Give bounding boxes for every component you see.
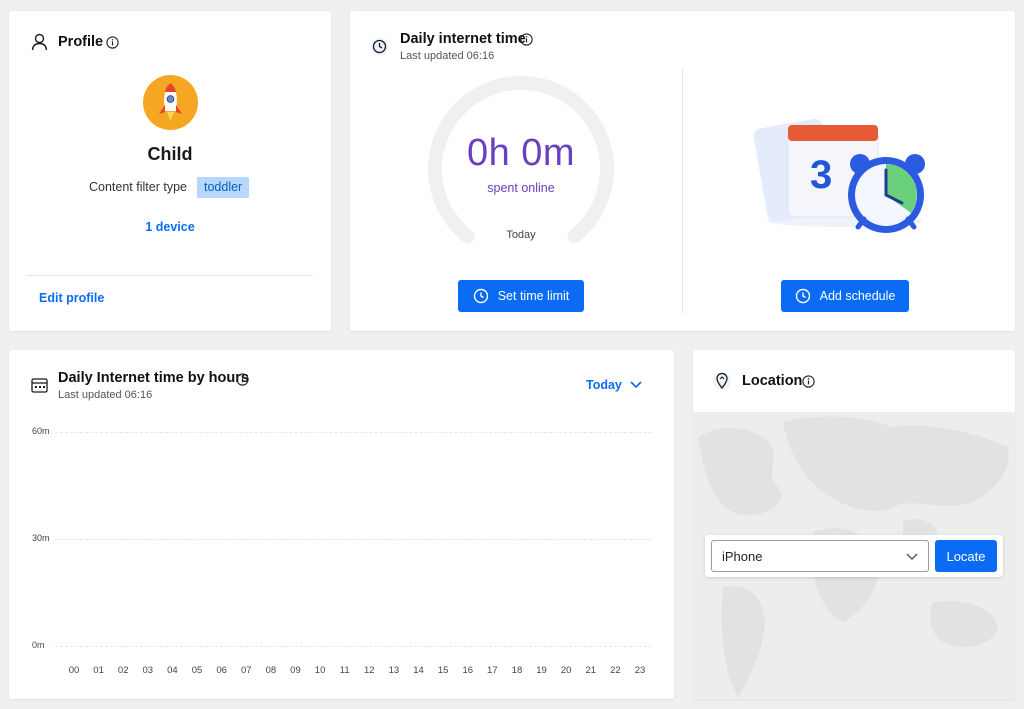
user-icon: [31, 33, 48, 51]
x-tick-label: 11: [339, 665, 350, 676]
x-tick-label: 20: [560, 665, 572, 676]
x-tick-label: 13: [388, 665, 400, 676]
x-tick-label: 16: [462, 665, 474, 676]
set-time-limit-button[interactable]: Set time limit: [458, 280, 584, 312]
daily-time-updated: Last updated 06:16: [400, 50, 495, 62]
period-label: Today: [506, 229, 536, 241]
content-filter-label: Content filter type: [89, 180, 187, 194]
x-tick-label: 21: [585, 665, 597, 676]
calendar-clock-illustration: 3: [753, 118, 925, 233]
x-tick-label: 04: [167, 665, 178, 676]
rocket-icon: [159, 83, 182, 121]
x-tick-label: 00: [68, 665, 80, 676]
info-icon[interactable]: [236, 373, 249, 386]
profile-title: Profile: [58, 34, 104, 50]
device-select[interactable]: iPhone: [711, 540, 929, 572]
add-schedule-button[interactable]: Add schedule: [781, 280, 909, 312]
edit-profile-link[interactable]: Edit profile: [39, 291, 104, 305]
info-icon[interactable]: [520, 33, 533, 46]
hours-chart-title: Daily Internet time by hours: [58, 370, 249, 386]
x-tick-label: 08: [265, 665, 277, 676]
locate-button[interactable]: Locate: [935, 540, 997, 572]
content-filter-badge: toddler: [197, 177, 250, 198]
x-tick-label: 06: [216, 665, 227, 676]
locate-button-label: Locate: [946, 548, 986, 564]
x-tick-label: 17: [487, 665, 498, 676]
x-tick-label: 23: [634, 665, 646, 676]
y-tick-label: 60m: [32, 426, 50, 436]
daily-time-card: Daily internet time Last updated 06:16 0…: [350, 11, 1015, 331]
add-schedule-label: Add schedule: [819, 289, 896, 303]
clock-icon: [473, 288, 488, 304]
chevron-down-icon: [906, 553, 918, 560]
x-tick-label: 07: [240, 665, 252, 676]
x-tick-label: 18: [511, 665, 523, 676]
spent-online-label: spent online: [487, 181, 555, 195]
gridline: [55, 432, 652, 433]
profile-name: Child: [147, 144, 193, 164]
location-title: Location: [742, 373, 803, 389]
x-tick-label: 19: [536, 665, 547, 676]
x-tick-label: 01: [93, 665, 104, 676]
divider: [27, 275, 313, 276]
clock-icon: [370, 37, 389, 56]
info-icon[interactable]: [802, 375, 815, 388]
x-tick-label: 22: [610, 665, 621, 676]
svg-text:3: 3: [810, 153, 832, 197]
device-select-value: iPhone: [722, 549, 763, 564]
clock-icon: [795, 288, 810, 304]
chevron-down-icon: [630, 381, 642, 389]
x-tick-label: 14: [413, 665, 424, 676]
x-tick-label: 05: [191, 665, 203, 676]
info-icon[interactable]: [106, 36, 119, 49]
profile-card: Profile Child Content filter type toddle…: [9, 11, 331, 331]
location-pin-icon: [713, 372, 731, 390]
daily-time-title: Daily internet time: [400, 31, 526, 47]
set-time-limit-label: Set time limit: [497, 289, 570, 303]
x-tick-label: 10: [314, 665, 326, 676]
devices-link[interactable]: 1 device: [9, 220, 331, 234]
x-tick-label: 15: [437, 665, 449, 676]
hours-chart-updated: Last updated 06:16: [58, 389, 153, 401]
gridline: [55, 646, 652, 647]
location-card: Location iPhone Locate: [693, 350, 1015, 699]
x-tick-label: 09: [290, 665, 301, 676]
y-tick-label: 30m: [32, 533, 50, 543]
calendar-icon: [31, 378, 48, 393]
x-tick-label: 02: [117, 665, 129, 676]
time-spent-value: 0h 0m: [466, 132, 576, 174]
vertical-divider: [682, 69, 683, 313]
x-tick-label: 12: [364, 665, 375, 676]
period-dropdown-label: Today: [586, 378, 622, 392]
x-tick-label: 03: [142, 665, 154, 676]
gridline: [55, 539, 652, 540]
avatar: [143, 75, 198, 130]
y-tick-label: 0m: [32, 640, 45, 650]
period-dropdown[interactable]: Today: [586, 378, 642, 392]
